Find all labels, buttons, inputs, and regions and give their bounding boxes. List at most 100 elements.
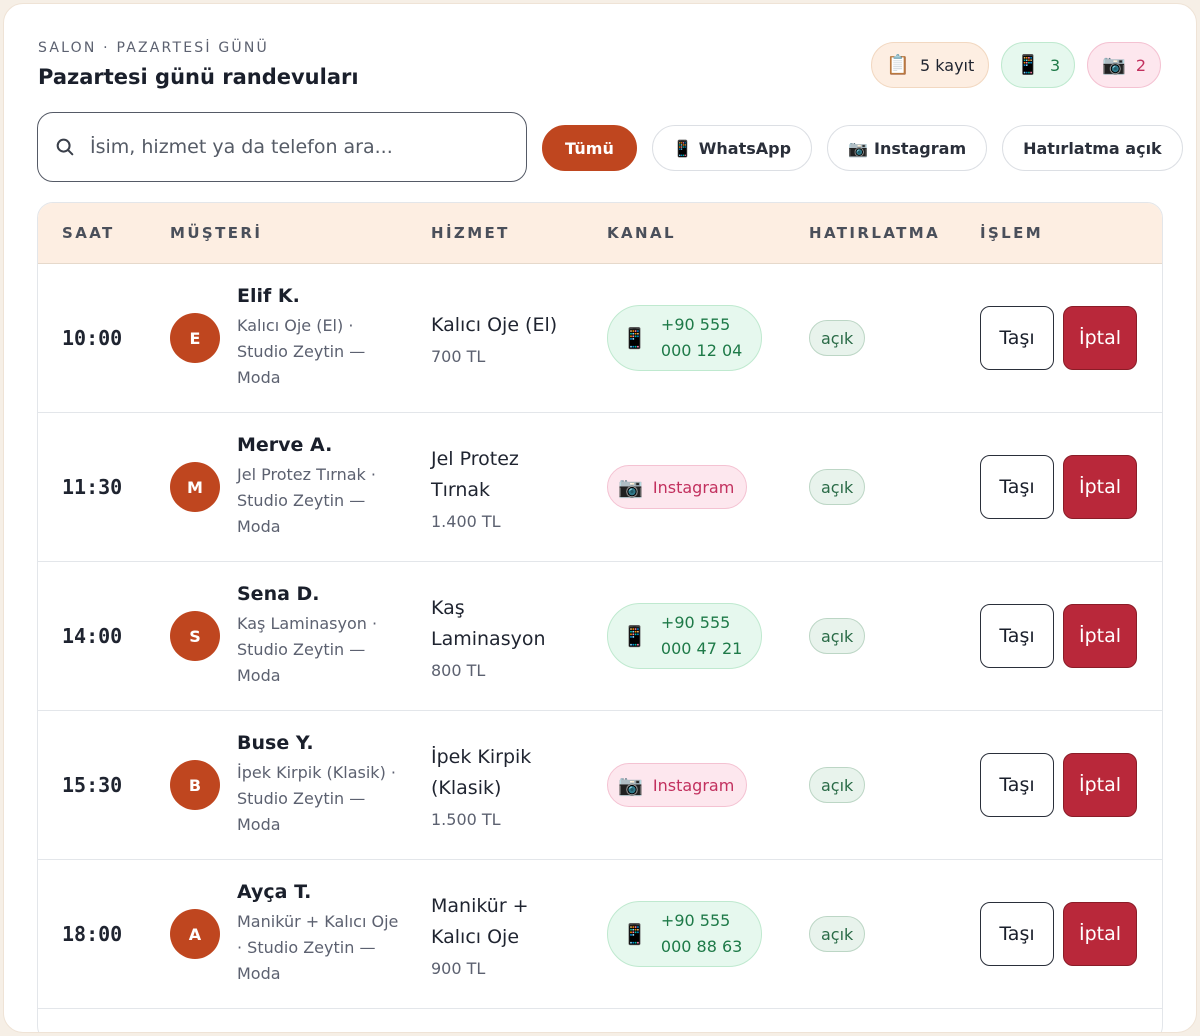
- instagram-count-badge: 📷 2: [1087, 42, 1161, 88]
- service-name: İpek Kirpik (Klasik): [431, 745, 532, 799]
- service-cell: Kaş Laminasyon 800 TL: [431, 562, 581, 710]
- whatsapp-count-label: 3: [1049, 55, 1061, 75]
- channel-cell: 📱 +90 555 000 88 63: [607, 901, 762, 967]
- whatsapp-channel-pill[interactable]: 📱 +90 555 000 47 21: [607, 603, 762, 669]
- instagram-label: Instagram: [652, 775, 735, 795]
- service-cell: Manikür + Kalıcı Oje 900 TL: [431, 860, 581, 1008]
- phone-number: +90 555 000 47 21: [660, 613, 743, 658]
- service-price: 1.500 TL: [431, 809, 501, 829]
- move-button[interactable]: Taşı: [980, 604, 1054, 668]
- customer-name: Merve A.: [237, 434, 333, 456]
- customer-name: Buse Y.: [237, 732, 314, 754]
- filter-whatsapp-label: WhatsApp: [698, 138, 792, 158]
- phone-number: +90 555 000 12 04: [660, 315, 743, 360]
- customer-detail: Kalıcı Oje (El) · Studio Zeytin — Moda: [237, 316, 366, 387]
- camera-icon: 📷: [848, 138, 868, 158]
- service-cell: İpek Kirpik (Klasik) 1.500 TL: [431, 711, 581, 859]
- service-name: Jel Protez Tırnak: [431, 447, 519, 501]
- reminder-status-badge: açık: [809, 767, 866, 803]
- column-header-channel: KANAL: [607, 224, 676, 242]
- whatsapp-count-badge: 📱 3: [1001, 42, 1076, 88]
- move-button[interactable]: Taşı: [980, 902, 1054, 966]
- record-count-badge: 📋 5 kayıt: [871, 42, 990, 88]
- filter-all-button[interactable]: Tümü: [542, 125, 637, 171]
- customer-name: Ayça T.: [237, 881, 312, 903]
- filter-instagram-button[interactable]: 📷 Instagram: [827, 125, 988, 171]
- customer-detail: Manikür + Kalıcı Oje · Studio Zeytin — M…: [237, 912, 399, 983]
- customer-detail: İpek Kirpik (Klasik) · Studio Zeytin — M…: [237, 763, 396, 834]
- avatar: A: [170, 909, 220, 959]
- camera-icon: 📷: [618, 773, 643, 797]
- filter-reminder-button[interactable]: Hatırlatma açık: [1002, 125, 1183, 171]
- table-row: 11:30 M Merve A. Jel Protez Tırnak · Studio…: [38, 413, 1162, 562]
- service-price: 700 TL: [431, 347, 486, 366]
- customer-name: Sena D.: [237, 583, 320, 605]
- avatar: B: [170, 760, 220, 810]
- customer-cell: Ayça T. Manikür + Kalıcı Oje · Studio Zey…: [237, 860, 402, 1008]
- service-name: Kalıcı Oje (El): [431, 314, 558, 336]
- phone-number: +90 555 000 88 63: [660, 911, 743, 956]
- instagram-count-label: 2: [1135, 55, 1146, 75]
- customer-detail: Jel Protez Tırnak · Studio Zeytin — Moda: [237, 465, 376, 536]
- camera-icon: 📷: [1102, 53, 1126, 76]
- reminder-status-badge: açık: [809, 320, 866, 356]
- phone-icon: 📱: [622, 922, 647, 946]
- move-button[interactable]: Taşı: [980, 306, 1054, 370]
- phone-icon: 📱: [622, 624, 647, 648]
- instagram-channel-pill[interactable]: 📷 Instagram: [607, 465, 748, 509]
- avatar: S: [170, 611, 220, 661]
- appointments-table: SAAT MÜŞTERİ HİZMET KANAL HATIRLATMA İŞL…: [37, 202, 1163, 1032]
- appointment-time: 15:30: [62, 773, 123, 797]
- column-header-customer: MÜŞTERİ: [170, 224, 263, 242]
- whatsapp-channel-pill[interactable]: 📱 +90 555 000 88 63: [607, 901, 762, 967]
- move-button[interactable]: Taşı: [980, 753, 1054, 817]
- table-body: 10:00 E Elif K. Kalıcı Oje (El) · Studio Ze…: [38, 264, 1162, 1009]
- cancel-button[interactable]: İptal: [1063, 604, 1137, 668]
- page-eyebrow: SALON · PAZARTESİ GÜNÜ: [38, 40, 269, 56]
- avatar: M: [170, 462, 220, 512]
- phone-icon: 📱: [622, 326, 647, 350]
- avatar: E: [170, 313, 220, 363]
- cancel-button[interactable]: İptal: [1063, 455, 1137, 519]
- cancel-button[interactable]: İptal: [1063, 306, 1137, 370]
- cancel-button[interactable]: İptal: [1063, 902, 1137, 966]
- service-cell: Kalıcı Oje (El) 700 TL: [431, 264, 581, 412]
- channel-cell: 📷 Instagram: [607, 763, 748, 807]
- service-cell: Jel Protez Tırnak 1.400 TL: [431, 413, 581, 561]
- column-header-service: HİZMET: [431, 224, 510, 242]
- summary-badges: 📋 5 kayıt 📱 3 📷 2: [871, 42, 1161, 88]
- column-header-action: İŞLEM: [980, 224, 1044, 242]
- filter-whatsapp-button[interactable]: 📱 WhatsApp: [651, 125, 813, 171]
- page-title: Pazartesi günü randevuları: [38, 65, 359, 89]
- column-header-reminder: HATIRLATMA: [809, 224, 941, 242]
- clipboard-icon: 📋: [886, 53, 911, 76]
- phone-icon: 📱: [1016, 53, 1040, 76]
- customer-cell: Sena D. Kaş Laminasyon · Studio Zeytin — …: [237, 562, 402, 710]
- appointments-card: SALON · PAZARTESİ GÜNÜ Pazartesi günü ra…: [3, 3, 1197, 1033]
- appointment-time: 10:00: [62, 326, 123, 350]
- instagram-channel-pill[interactable]: 📷 Instagram: [607, 763, 748, 807]
- customer-name: Elif K.: [237, 285, 300, 307]
- move-button[interactable]: Taşı: [980, 455, 1054, 519]
- phone-icon: 📱: [672, 138, 693, 158]
- table-row: 18:00 A Ayça T. Manikür + Kalıcı Oje · Stud…: [38, 860, 1162, 1009]
- table-row: 14:00 S Sena D. Kaş Laminasyon · Studio Zey…: [38, 562, 1162, 711]
- reminder-status-badge: açık: [809, 469, 866, 505]
- appointment-time: 18:00: [62, 922, 123, 946]
- cancel-button[interactable]: İptal: [1063, 753, 1137, 817]
- service-price: 1.400 TL: [431, 511, 501, 531]
- service-name: Manikür + Kalıcı Oje: [431, 894, 529, 948]
- search-box[interactable]: [37, 112, 527, 182]
- channel-cell: 📱 +90 555 000 47 21: [607, 603, 762, 669]
- channel-filters: Tümü 📱 WhatsApp 📷 Instagram Hatırlatma a…: [542, 125, 1183, 171]
- reminder-status-badge: açık: [809, 916, 866, 952]
- customer-cell: Buse Y. İpek Kirpik (Klasik) · Studio Zey…: [237, 711, 402, 859]
- reminder-status-badge: açık: [809, 618, 866, 654]
- column-header-time: SAAT: [62, 224, 115, 242]
- customer-cell: Elif K. Kalıcı Oje (El) · Studio Zeytin —…: [237, 264, 402, 412]
- filter-instagram-label: Instagram: [873, 138, 967, 158]
- customer-cell: Merve A. Jel Protez Tırnak · Studio Zeyti…: [237, 413, 402, 561]
- customer-detail: Kaş Laminasyon · Studio Zeytin — Moda: [237, 614, 378, 685]
- search-input[interactable]: [90, 136, 490, 158]
- whatsapp-channel-pill[interactable]: 📱 +90 555 000 12 04: [607, 305, 762, 371]
